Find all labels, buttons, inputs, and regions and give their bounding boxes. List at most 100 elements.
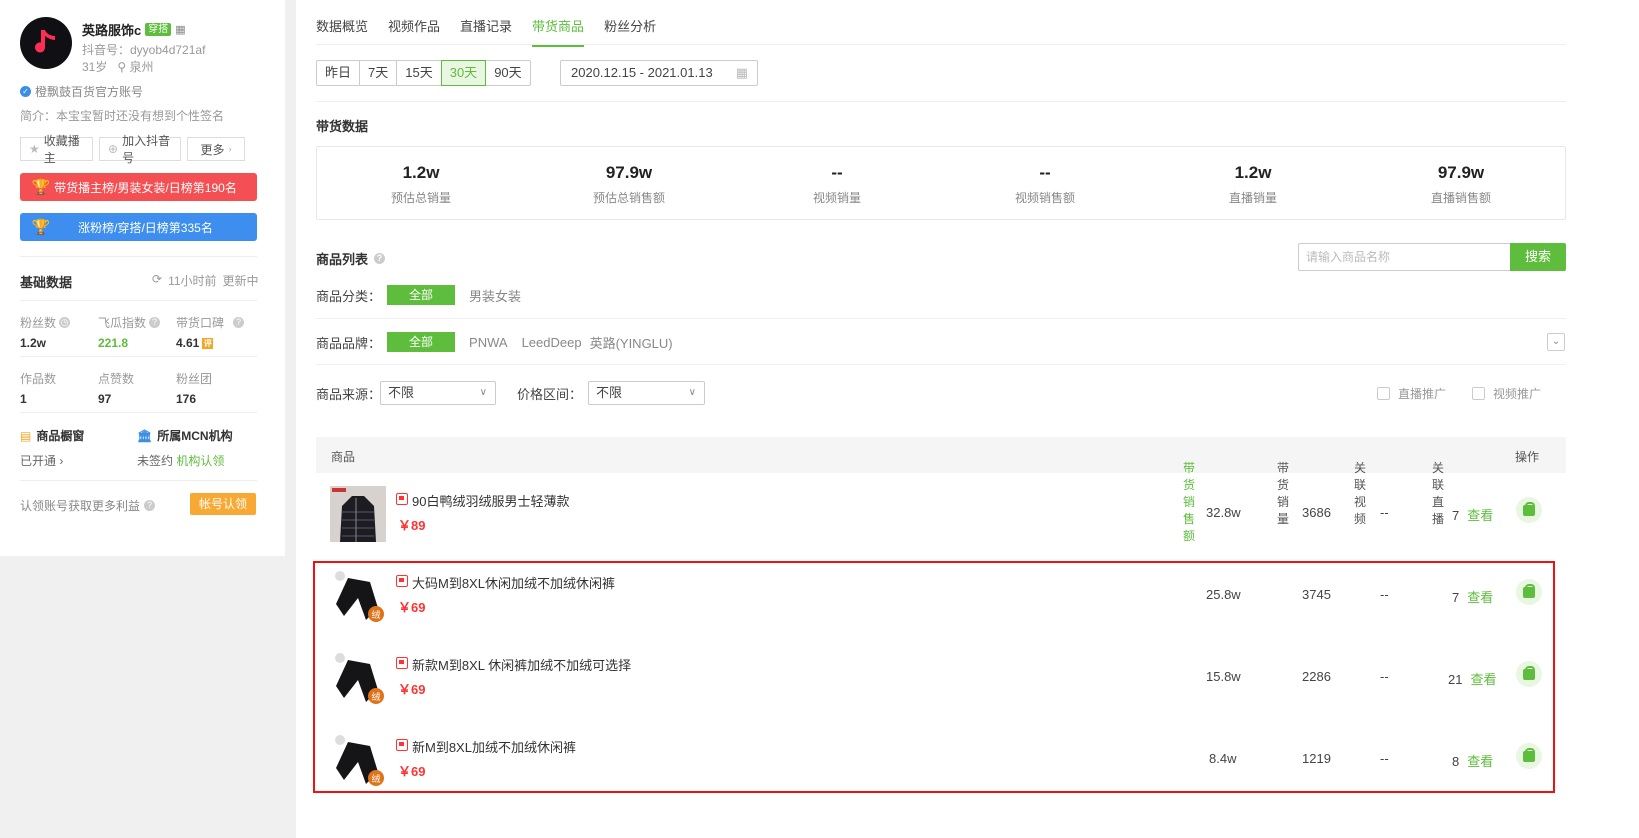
date-15d[interactable]: 15天 [396,60,442,86]
video-promo-checkbox[interactable]: 视频推广 [1472,385,1541,402]
stat-fan-group: 粉丝团 176 [176,372,213,406]
brand-option[interactable]: LeedDeep [522,335,582,350]
summary-live-qty: 1.2w 直播销量 [1228,163,1277,205]
age: 31岁 [82,60,108,74]
summary-live-amount: 97.9w 直播销售额 [1430,163,1491,205]
stat-reputation: 带货口碑? 4.61 评 [176,314,245,350]
stat-fans: 粉丝数 ◷ 1.2w [20,316,71,350]
divider [316,364,1566,365]
tab-overview[interactable]: 数据概览 [316,16,368,47]
date-picker[interactable]: 2020.12.15 - 2021.01.13 ▦ [560,60,758,86]
summary-total-qty: 1.2w 预估总销量 [390,163,451,205]
sort-icon: ↓ [1277,459,1282,470]
divider [20,356,257,357]
category-all[interactable]: 全部 [387,285,456,305]
date-yesterday[interactable]: 昨日 [316,60,361,86]
view-live-link[interactable]: 查看 [1467,508,1493,523]
brand-option[interactable]: 英路(YINGLU) [590,333,673,352]
search-button[interactable]: 搜索 [1510,243,1566,271]
stat-works: 作品数 1 [20,372,57,406]
location: ⚲ 泉州 [117,60,154,74]
rank-banner-fans[interactable]: 🏆 涨粉榜/穿搭/日榜第335名 [20,213,257,241]
chevron-right-icon: › [228,144,232,154]
product-name[interactable]: 90白鸭绒羽绒服男士轻薄款 [412,491,569,510]
avatar[interactable] [20,17,72,69]
trophy-icon: 🏆 [31,219,51,236]
summary-video-qty: -- 视频销量 [812,163,861,205]
sales-qty: 3686 [1302,505,1331,520]
chevron-down-icon[interactable]: ⌄ [1547,333,1565,351]
claim-text: 认领账号获取更多利益? [20,497,156,514]
verified-row: ✓ 橙飘鼓百货官方账号 [20,83,143,100]
profile-name: 英路服饰c [82,23,142,38]
category-filter: 商品分类： 全部 男装女装 [316,285,535,305]
date-30d[interactable]: 30天 [440,60,487,86]
stat-likes: 点赞数 97 [98,372,135,406]
showcase-status[interactable]: 已开通 › [20,452,84,469]
divider [316,318,1566,319]
summary-total-amount: 97.9w 预估总销售额 [592,163,665,205]
divider [316,101,1566,102]
refresh-icon[interactable]: ⟳ [152,272,162,289]
trophy-icon: 🏆 [31,179,51,196]
chevron-down-icon: ∨ [688,387,696,398]
sort-icon: ↓ [1354,459,1359,470]
price-select[interactable]: 不限 ∨ [588,381,705,405]
sales-summary: 1.2w 预估总销量 97.9w 预估总销售额 -- 视频销量 -- 视频销售额 1.2… [316,146,1566,220]
stat-feigua-index: 飞瓜指数? 221.8 [98,314,161,350]
sales-title: 带货数据 [316,119,369,134]
location-pin-icon: ⚲ [117,60,127,74]
chevron-down-icon: ∨ [479,387,487,398]
summary-video-amount: -- 视频销售额 [1014,163,1075,205]
add-douyin-button[interactable]: ⊕ 加入抖音号 [99,134,181,165]
col-action: 操作 [1515,450,1540,464]
date-90d[interactable]: 90天 [485,60,531,86]
intro: 简介：本宝宝暂时还没有想到个性签名 [20,109,225,123]
help-icon[interactable]: ? [149,317,161,328]
basic-data-title: 基础数据 [20,275,73,290]
help-icon[interactable]: ? [374,253,386,264]
divider [20,300,257,301]
sales-amount: 32.8w [1206,505,1241,520]
qr-icon[interactable]: ▦ [175,23,185,36]
category-option[interactable]: 男装女装 [469,286,521,305]
help-icon[interactable]: ? [144,500,156,511]
tab-products[interactable]: 带货商品 [532,16,585,47]
brand-filter: 商品品牌： 全部 PNWA LeedDeep 英路(YINGLU) [316,332,687,352]
tab-fans[interactable]: 粉丝分析 [604,16,656,47]
brand-all[interactable]: 全部 [387,332,456,352]
source-label: 商品来源： [316,387,382,402]
table-header: 商品 带货销售额 ↓ 带货销量 ↓ 关联视频 ↓ 关联直播 ↓ 操作 [316,437,1566,543]
category-tag: 穿搭 [145,23,172,36]
mcn-claim-link[interactable]: 机构认领 [176,454,224,468]
live-promo-checkbox[interactable]: 直播推广 [1377,385,1446,402]
divider [20,256,257,257]
sort-icon: ↓ [1432,459,1437,470]
profile-actions: ★ 收藏播主 ⊕ 加入抖音号 更多 › [20,134,245,165]
collect-button[interactable]: ★ 收藏播主 [20,134,93,165]
rank-banner-sales[interactable]: 🏆 带货播主榜/男装女装/日榜第190名 [20,173,257,201]
claim-account-button[interactable]: 帐号认领 [190,493,256,515]
douyin-id: 抖音号：dyyob4d721af [82,43,206,57]
tab-live[interactable]: 直播记录 [460,16,512,47]
divider [20,412,257,413]
music-note-icon [35,30,55,53]
shopping-bag-icon[interactable] [1516,497,1542,523]
source-select[interactable]: 不限 ∨ [380,381,496,405]
profile-panel: 英路服饰c 穿搭 ▦ 抖音号：dyyob4d721af 31岁 ⚲ 泉州 ✓ 橙… [0,0,285,556]
store-icon [396,493,408,505]
help-icon[interactable]: ? [233,317,245,328]
product-search-input[interactable]: 请输入商品名称 [1298,243,1510,271]
video-count: -- [1380,505,1389,520]
date-7d[interactable]: 7天 [359,60,398,86]
tab-videos[interactable]: 视频作品 [388,16,440,47]
mcn: 🏛 所属MCN机构 未签约 机构认领 [137,428,233,469]
clock-icon: ◷ [59,317,71,328]
date-range-buttons: 昨日 7天 15天 30天 90天 [316,60,531,86]
institution-icon: 🏛 [137,428,153,443]
product-thumbnail[interactable] [330,486,386,542]
more-button[interactable]: 更多 › [187,137,245,161]
live-count: 7 查看 [1452,508,1494,523]
brand-option[interactable]: PNWA [469,335,508,350]
product-list-title: 商品列表? [316,249,386,268]
